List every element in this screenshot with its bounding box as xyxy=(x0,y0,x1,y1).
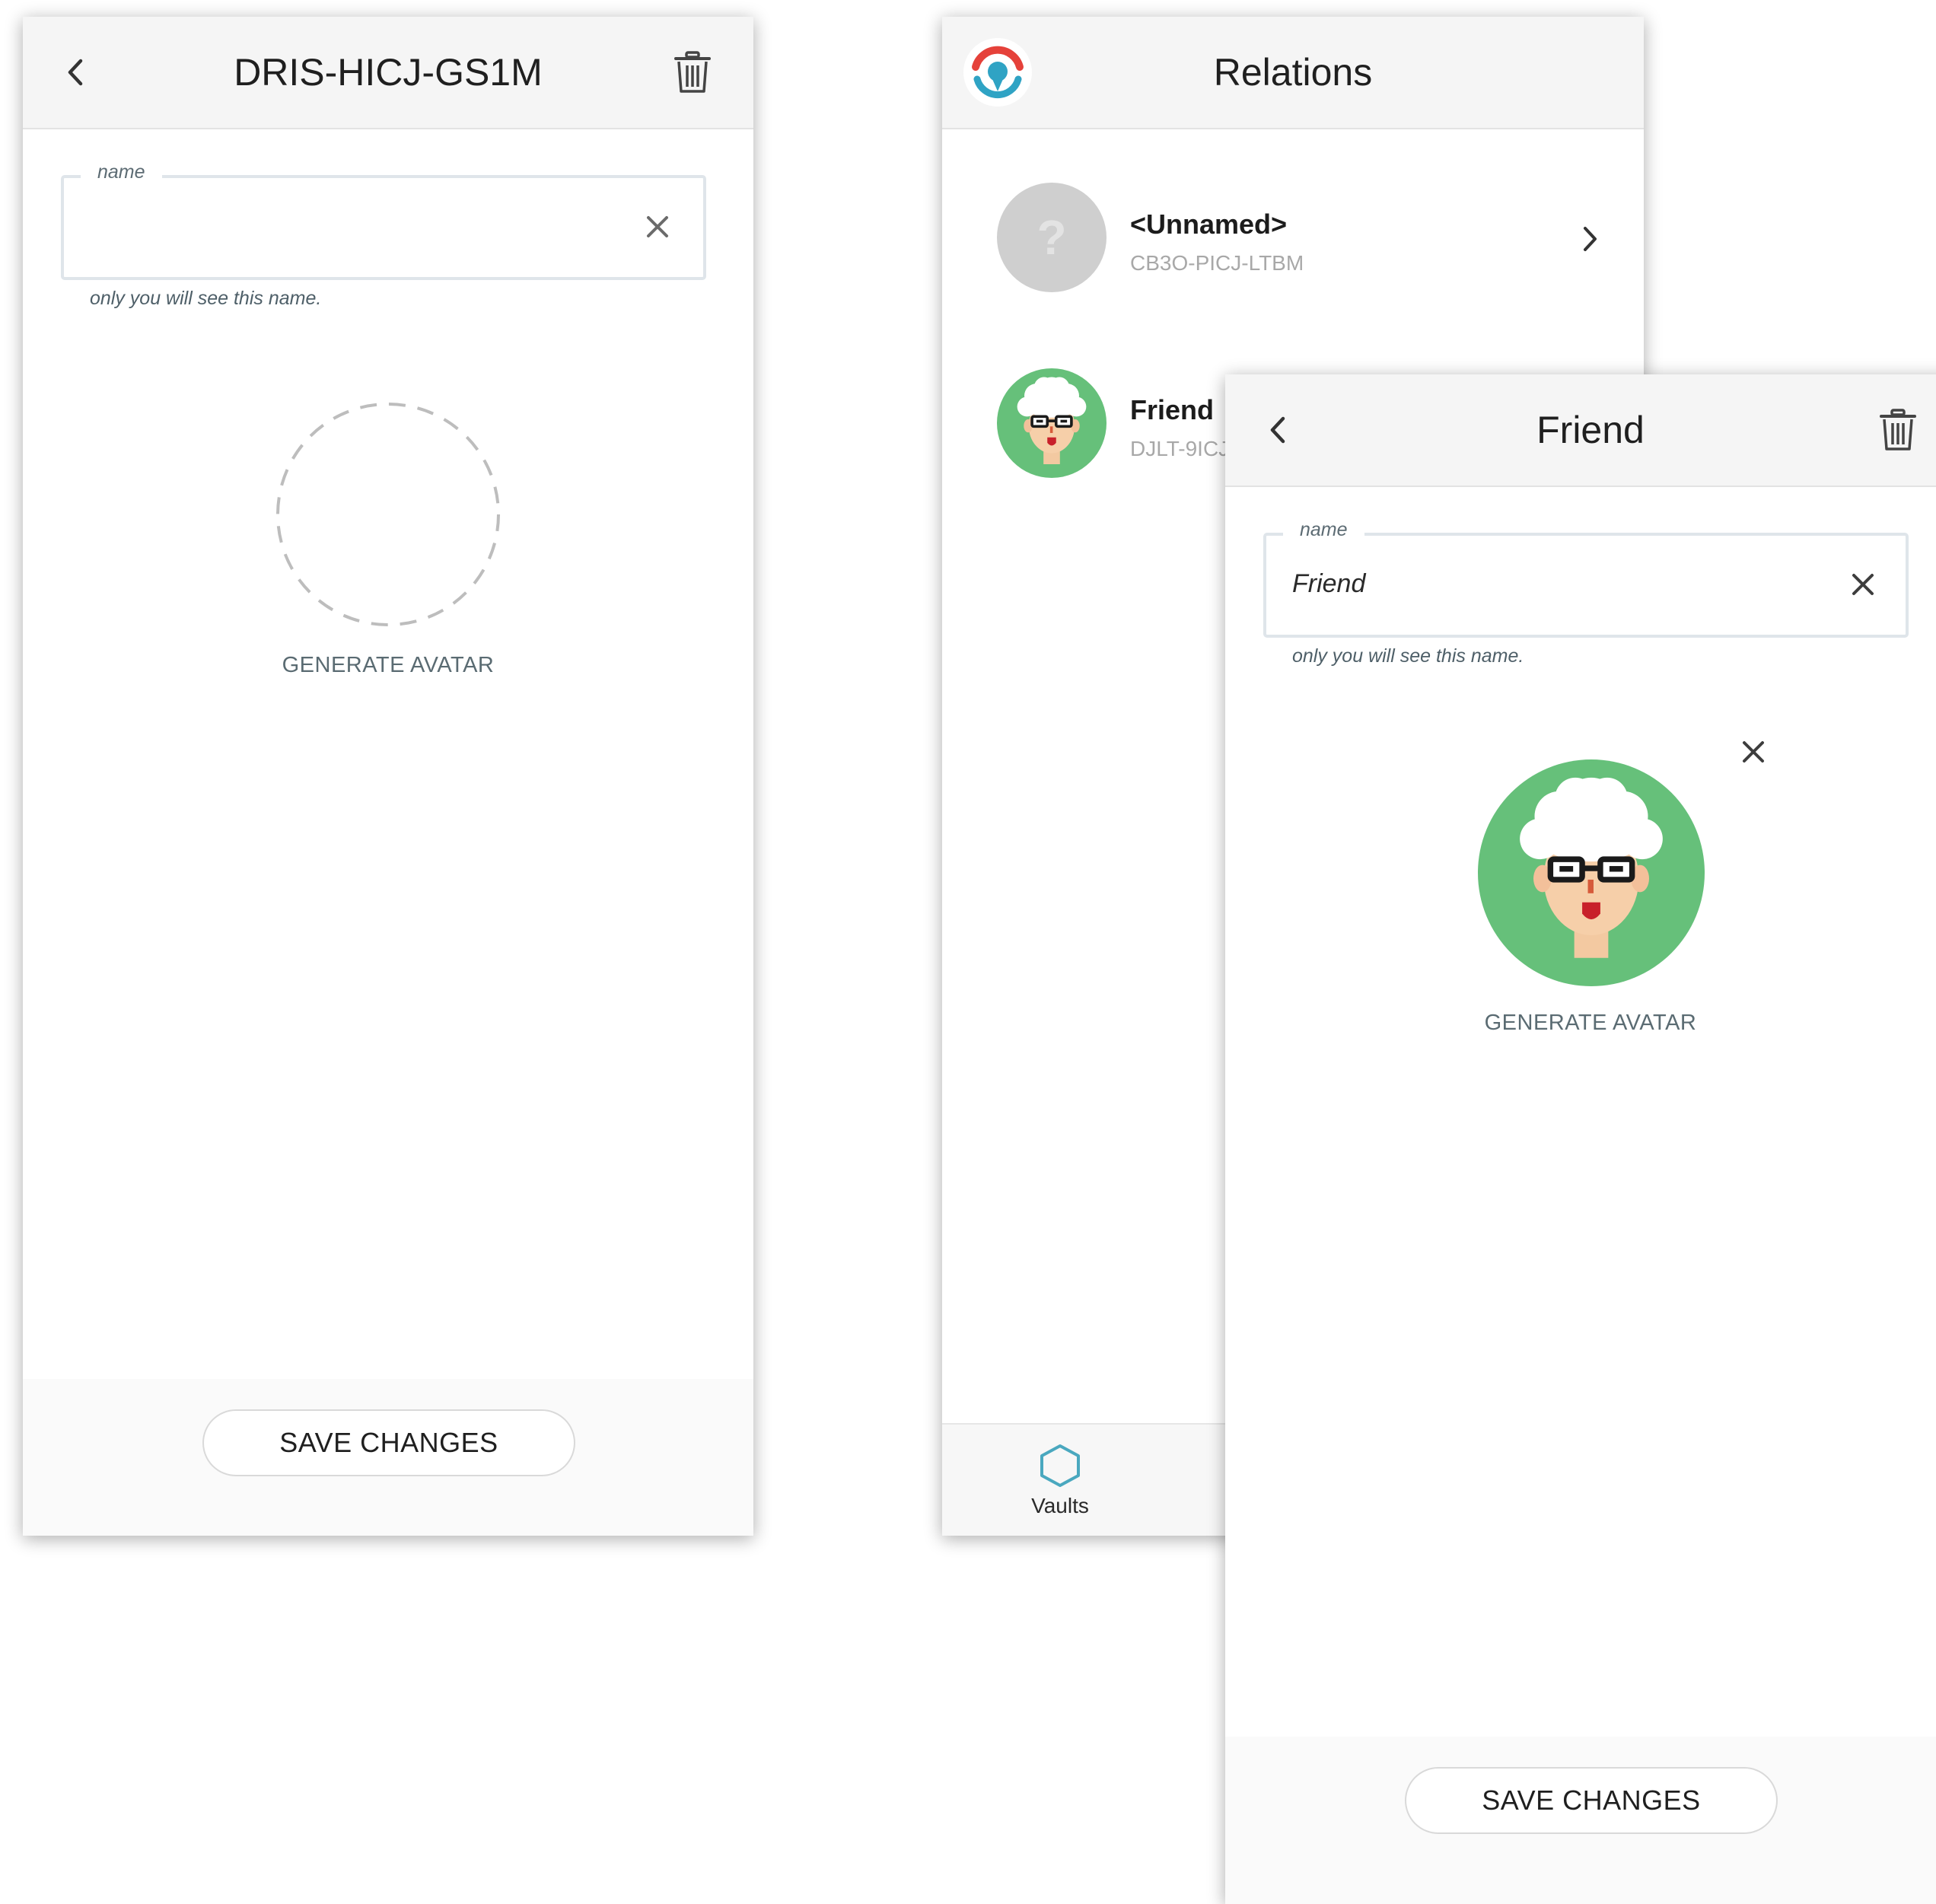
name-field[interactable]: Friend xyxy=(1263,533,1909,638)
list-item-name: <Unnamed> xyxy=(1130,209,1288,240)
chevron-right-icon[interactable] xyxy=(1578,224,1601,254)
generate-avatar-button[interactable]: GENERATE AVATAR xyxy=(1438,1011,1743,1036)
page-title: Friend xyxy=(1536,409,1645,451)
edit-relation-screen-friend: Friend Friend name only you will see thi… xyxy=(1225,374,1936,1904)
hexagon-icon xyxy=(1040,1444,1080,1487)
name-field[interactable] xyxy=(61,175,706,280)
name-field-label: name xyxy=(81,161,162,183)
list-item-id: DJLT-9ICJ xyxy=(1130,437,1230,460)
edit-header: Friend xyxy=(1225,374,1936,487)
edit-relation-screen-unnamed: DRIS-HICJ-GS1M name only you will see th… xyxy=(23,17,753,1536)
save-button[interactable]: SAVE CHANGES xyxy=(202,1409,575,1476)
trash-icon[interactable] xyxy=(1877,408,1919,452)
trash-icon[interactable] xyxy=(671,50,714,94)
page-title: DRIS-HICJ-GS1M xyxy=(234,51,543,94)
avatar: ? xyxy=(997,183,1107,292)
name-input[interactable]: Friend xyxy=(1292,569,1365,599)
list-item-name: Friend xyxy=(1130,394,1215,425)
page-title: Relations xyxy=(1213,51,1373,94)
nav-item-vaults[interactable]: Vaults xyxy=(1003,1443,1117,1527)
clear-icon[interactable] xyxy=(642,212,673,242)
list-item-id: CB3O-PICJ-LTBM xyxy=(1130,251,1304,275)
avatar xyxy=(1478,759,1705,986)
remove-avatar-icon[interactable] xyxy=(1738,737,1769,767)
avatar-placeholder[interactable] xyxy=(275,402,501,627)
relations-header: Relations xyxy=(942,17,1644,129)
name-hint: only you will see this name. xyxy=(90,288,322,309)
list-item[interactable]: ? <Unnamed> CB3O-PICJ-LTBM xyxy=(942,128,1644,310)
edit-header: DRIS-HICJ-GS1M xyxy=(23,17,753,129)
nav-item-label: Vaults xyxy=(1031,1494,1089,1517)
name-hint: only you will see this name. xyxy=(1292,645,1524,667)
save-button[interactable]: SAVE CHANGES xyxy=(1405,1767,1778,1834)
clear-icon[interactable] xyxy=(1848,569,1878,600)
generate-avatar-button[interactable]: GENERATE AVATAR xyxy=(236,653,540,678)
avatar xyxy=(995,367,1108,479)
unknown-avatar-glyph: ? xyxy=(1036,210,1067,265)
name-field-label: name xyxy=(1283,519,1364,541)
